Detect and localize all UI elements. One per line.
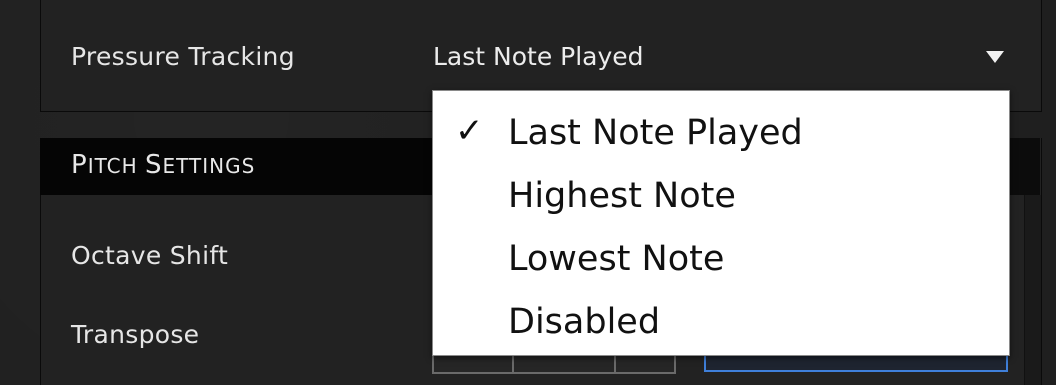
pressure-tracking-selected-value[interactable]: Last Note Played: [433, 42, 644, 71]
settings-panel: Pressure Tracking Last Note Played PITCH…: [0, 0, 1056, 385]
menu-item-last-note-played[interactable]: ✓ Last Note Played: [433, 107, 1009, 159]
scrollbar-track[interactable]: [1024, 195, 1041, 385]
menu-item-label: Disabled: [508, 302, 661, 342]
title-letter: S: [145, 150, 163, 180]
pitch-settings-title: PITCH SETTINGS: [71, 150, 255, 180]
menu-item-label: Highest Note: [508, 176, 736, 216]
checkmark-icon: ✓: [455, 111, 484, 151]
menu-item-label: Last Note Played: [508, 113, 803, 153]
transpose-label: Transpose: [71, 320, 200, 349]
pressure-tracking-menu: ✓ Last Note Played Highest Note Lowest N…: [432, 90, 1010, 356]
menu-item-lowest-note[interactable]: Lowest Note: [433, 233, 1009, 285]
title-small-caps: ETTINGS: [162, 154, 256, 178]
caret-down-icon[interactable]: [986, 51, 1004, 63]
menu-item-highest-note[interactable]: Highest Note: [433, 170, 1009, 222]
section-header-edge: [1008, 138, 1040, 195]
pressure-tracking-label: Pressure Tracking: [71, 42, 295, 71]
title-letter: P: [71, 150, 88, 180]
octave-shift-label: Octave Shift: [71, 241, 229, 270]
menu-item-label: Lowest Note: [508, 239, 725, 279]
title-small-caps: ITCH: [87, 154, 145, 178]
menu-item-disabled[interactable]: Disabled: [433, 296, 1009, 348]
